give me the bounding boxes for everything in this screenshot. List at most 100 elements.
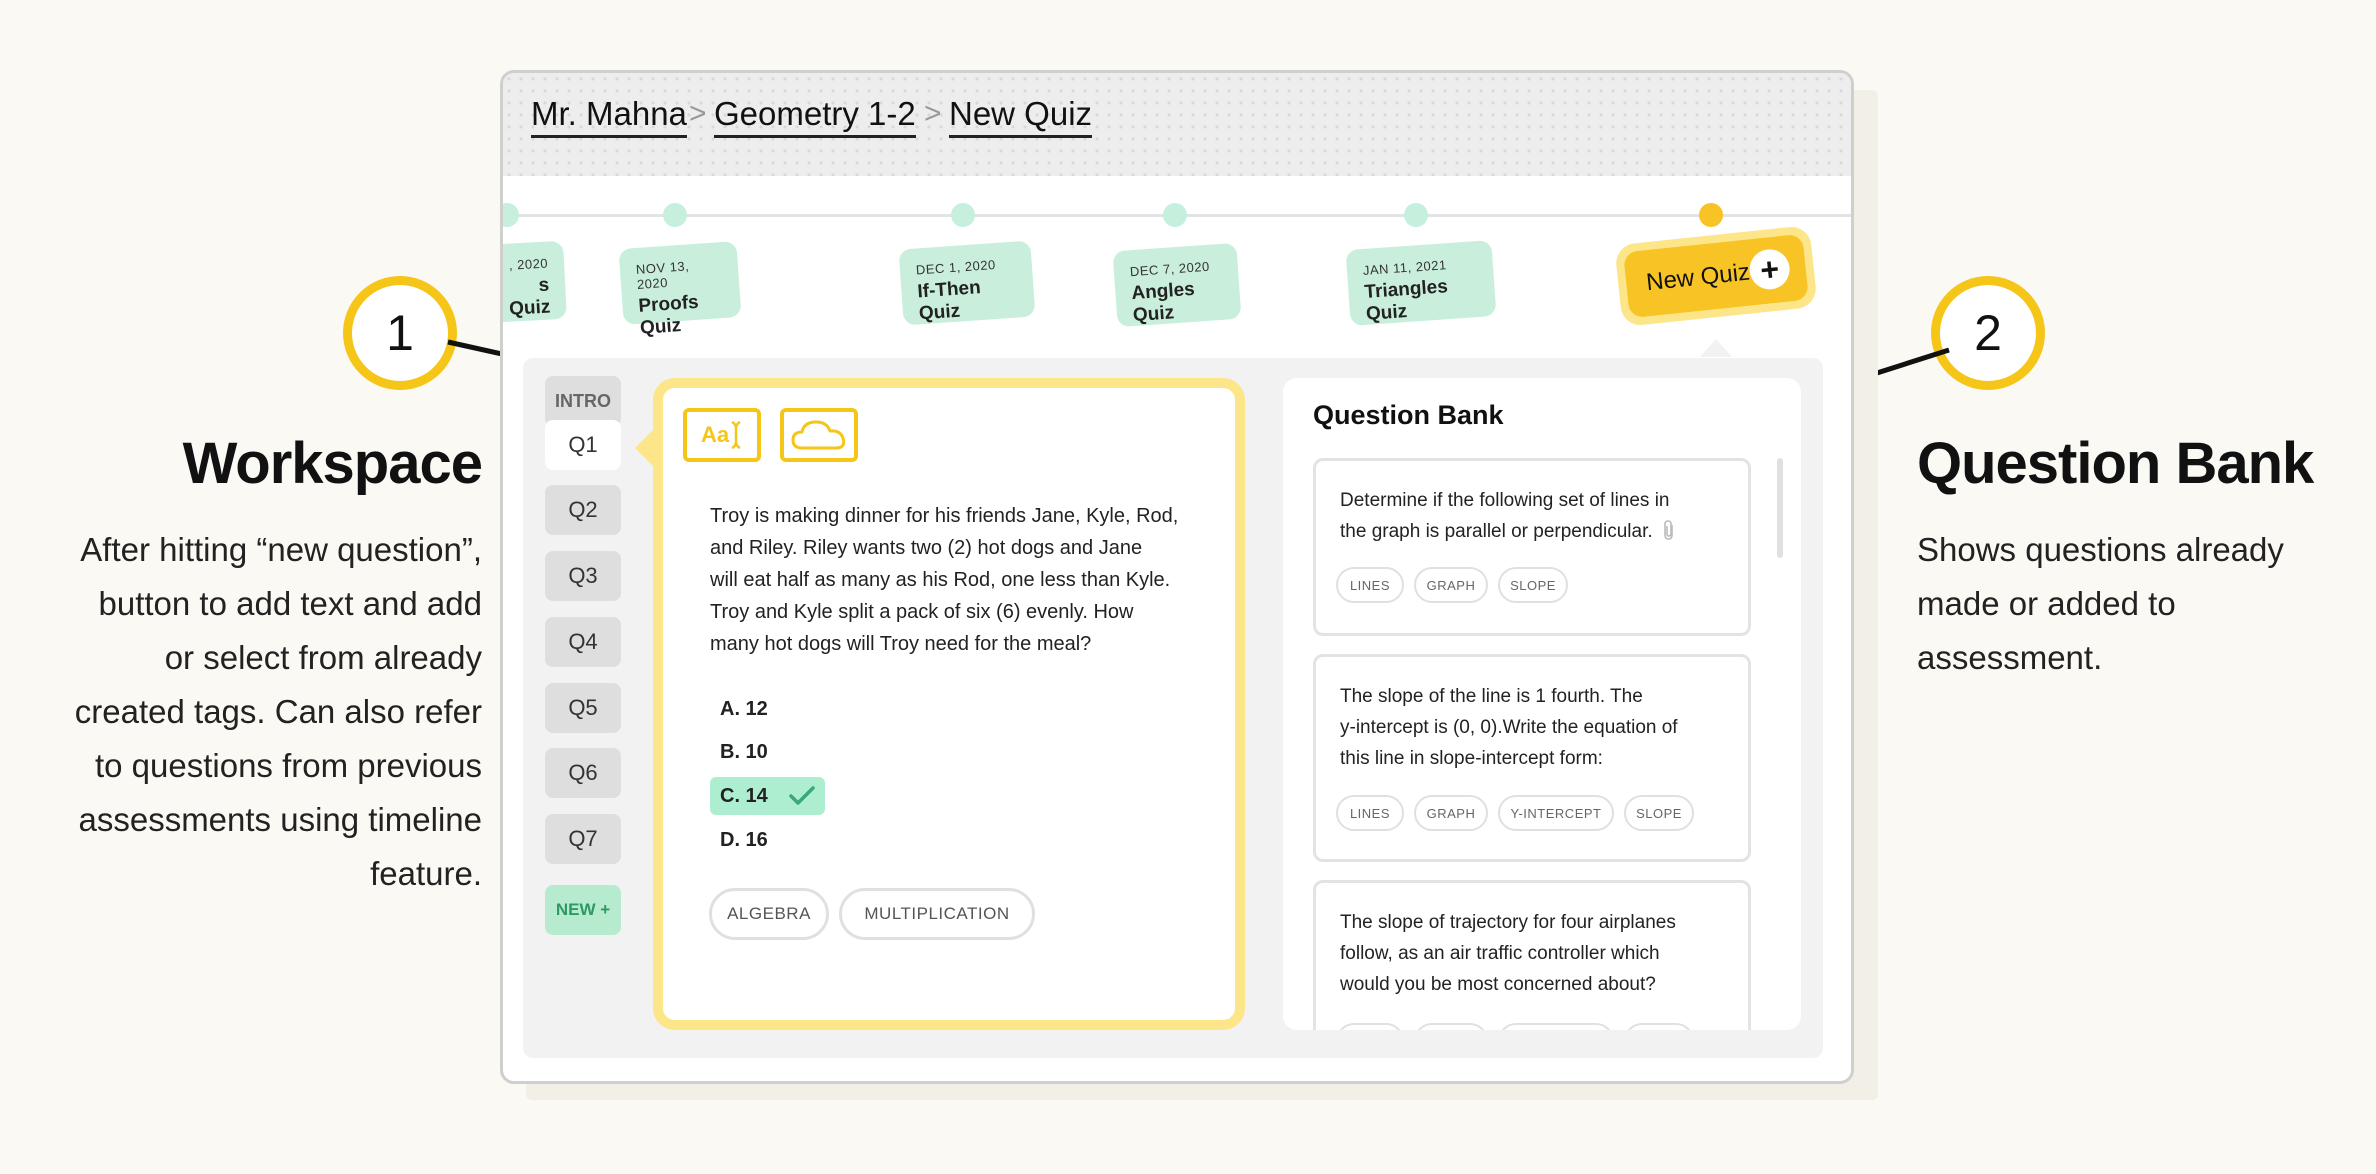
workspace-card: Aa Troy is making dinner for his friends… — [653, 378, 1245, 1030]
question-bank-scrollbar[interactable] — [1777, 458, 1783, 558]
bank-tag-chip[interactable]: SLOPE — [1624, 795, 1694, 831]
add-text-button[interactable]: Aa — [683, 408, 761, 462]
question-tab-q5[interactable]: Q5 — [545, 683, 621, 733]
question-tag[interactable]: MULTIPLICATION — [839, 888, 1035, 940]
annotation-line: Shows questions already — [1917, 531, 2284, 568]
checkmark-icon — [789, 786, 815, 805]
bank-tag-chip[interactable] — [1336, 1023, 1404, 1030]
cloud-icon — [791, 420, 846, 450]
bank-tag-chip[interactable]: GRAPH — [1414, 795, 1488, 831]
annotation-line: created tags. Can also refer — [74, 693, 482, 730]
bank-question-line: the graph is parallel or perpendicular. — [1340, 516, 1720, 547]
bank-tag-chip[interactable]: GRAPH — [1414, 567, 1488, 603]
timeline-quiz-name: Angles Quiz — [1130, 278, 1196, 327]
question-bank-title: Question Bank — [1313, 400, 1504, 430]
timeline-quiz-card[interactable]: JAN 11, 2021 Triangles Quiz — [1345, 240, 1497, 326]
timeline-dot[interactable] — [663, 203, 687, 227]
annotation-line: assessments using timeline — [78, 801, 482, 838]
bank-tag-chip[interactable] — [1624, 1023, 1694, 1030]
bank-question-text: The slope of trajectory for four airplan… — [1340, 907, 1720, 1000]
question-bank-card[interactable]: Determine if the following set of lines … — [1313, 458, 1751, 636]
question-tab-q6[interactable]: Q6 — [545, 748, 621, 798]
timeline-dot-current[interactable] — [1699, 203, 1723, 227]
answer-option-a[interactable]: A. 12 — [710, 690, 778, 728]
question-tab-q7[interactable]: Q7 — [545, 814, 621, 864]
answer-option-d[interactable]: D. 16 — [710, 821, 778, 859]
question-tag[interactable]: ALGEBRA — [709, 888, 829, 940]
question-tab-q2[interactable]: Q2 — [545, 485, 621, 535]
answer-option-b[interactable]: B. 10 — [710, 733, 778, 771]
timeline-quiz-card[interactable]: DEC 7, 2020 Angles Quiz — [1112, 242, 1242, 328]
question-line: Troy is making dinner for his friends Ja… — [710, 505, 1179, 527]
answer-label: C. 14 — [720, 784, 768, 807]
question-bank-annotation-title: Question Bank — [1917, 431, 2314, 496]
bank-question-text: The slope of the line is 1 fourth. The y… — [1340, 681, 1720, 774]
breadcrumb-teacher-link[interactable]: Mr. Mahna — [531, 95, 687, 138]
text-cursor-icon: Aa — [701, 420, 743, 450]
question-tab-q1[interactable]: Q1 — [545, 420, 621, 470]
question-bank-card[interactable]: The slope of trajectory for four airplan… — [1313, 880, 1751, 1030]
question-bank-panel: Question Bank Determine if the following… — [1283, 378, 1801, 1030]
new-quiz-button-inner: New Quiz? + — [1623, 233, 1809, 319]
timeline-quiz-name: If-Then Quiz — [916, 277, 982, 325]
popover-caret — [1700, 339, 1732, 357]
bank-question-line: y-intercept is (0, 0).Write the equation… — [1340, 717, 1678, 738]
bank-tag-chip[interactable]: LINES — [1336, 567, 1404, 603]
annotation-line: assessment. — [1917, 639, 2103, 676]
annotation-line: feature. — [370, 855, 482, 892]
question-tab-q3[interactable]: Q3 — [545, 551, 621, 601]
timeline-quiz-card[interactable]: DEC 1, 2020 If-Then Quiz — [898, 240, 1036, 326]
breadcrumb-separator: > — [689, 97, 707, 130]
timeline-dot[interactable] — [503, 203, 519, 227]
question-tab-q4[interactable]: Q4 — [545, 617, 621, 667]
breadcrumb-course-link[interactable]: Geometry 1-2 — [714, 95, 916, 138]
text-tool-label: Aa — [700, 422, 730, 447]
timeline-quiz-card[interactable]: NOV 13, 2020 Proofs Quiz — [618, 240, 742, 339]
breadcrumb-current-page: New Quiz — [949, 95, 1093, 138]
workspace-pointer — [635, 428, 655, 468]
bank-question-line: follow, as an air traffic controller whi… — [1340, 943, 1660, 964]
annotation-line: to questions from previous — [94, 747, 482, 784]
annotation-line: After hitting “new question”, — [80, 531, 482, 568]
question-text[interactable]: Troy is making dinner for his friends Ja… — [710, 500, 1190, 660]
bank-tag-chip[interactable] — [1414, 1023, 1488, 1030]
bank-question-line: this line in slope-intercept form: — [1340, 748, 1603, 769]
question-bank-card[interactable]: The slope of the line is 1 fourth. The y… — [1313, 654, 1751, 862]
bank-tag-chip[interactable]: SLOPE — [1498, 567, 1568, 603]
timeline-dot[interactable] — [1404, 203, 1428, 227]
annotation-line: button to add text and add — [98, 585, 482, 622]
new-quiz-label: New Quiz? — [1644, 257, 1765, 297]
add-image-button[interactable] — [780, 408, 858, 462]
bank-tag-chip[interactable]: Y-INTERCEPT — [1498, 795, 1614, 831]
timeline-dot[interactable] — [1163, 203, 1187, 227]
timeline-quiz-card[interactable]: , 2020 s Quiz — [503, 240, 567, 324]
new-quiz-button[interactable]: New Quiz? + — [1614, 224, 1818, 328]
paperclip-icon — [1664, 520, 1673, 540]
question-line: will eat half as many as his Rod, one le… — [710, 569, 1171, 591]
app-window: Mr. Mahna > Geometry 1-2 > New Quiz , 20… — [500, 70, 1854, 1084]
workspace-annotation-description: After hitting “new question”, button to … — [75, 523, 482, 901]
workspace-annotation-title: Workspace — [182, 431, 483, 496]
timeline-quiz-name: Triangles Quiz — [1363, 276, 1449, 325]
annotation-line: made or added to — [1917, 585, 2176, 622]
timeline-quiz-name: Proofs Quiz — [637, 291, 700, 339]
bank-tag-chip[interactable] — [1498, 1023, 1614, 1030]
question-line: many hot dogs will Troy need for the mea… — [710, 633, 1092, 655]
answer-option-c-correct[interactable]: C. 14 — [710, 777, 825, 815]
timeline-dot[interactable] — [951, 203, 975, 227]
bank-question-text: Determine if the following set of lines … — [1340, 485, 1720, 547]
bank-question-line: Determine if the following set of lines … — [1340, 490, 1670, 511]
bank-question-line: would you be most concerned about? — [1340, 974, 1656, 995]
question-tab-intro[interactable]: INTRO — [545, 376, 621, 426]
question-line: Troy and Kyle split a pack of six (6) ev… — [710, 601, 1134, 623]
breadcrumb-separator: > — [924, 97, 942, 130]
new-question-button[interactable]: NEW + — [545, 885, 621, 935]
breadcrumb-header: Mr. Mahna > Geometry 1-2 > New Quiz — [503, 73, 1851, 176]
bank-tag-chip[interactable]: LINES — [1336, 795, 1404, 831]
timeline-quiz-date: DEC 7, 2020 — [1129, 258, 1211, 280]
bank-question-line: The slope of trajectory for four airplan… — [1340, 912, 1676, 933]
timeline-quiz-date: DEC 1, 2020 — [915, 256, 997, 278]
timeline-quiz-date: NOV 13, 2020 — [635, 258, 690, 292]
timeline-quiz-name: s Quiz — [508, 274, 551, 320]
bank-question-line: The slope of the line is 1 fourth. The — [1340, 686, 1643, 707]
